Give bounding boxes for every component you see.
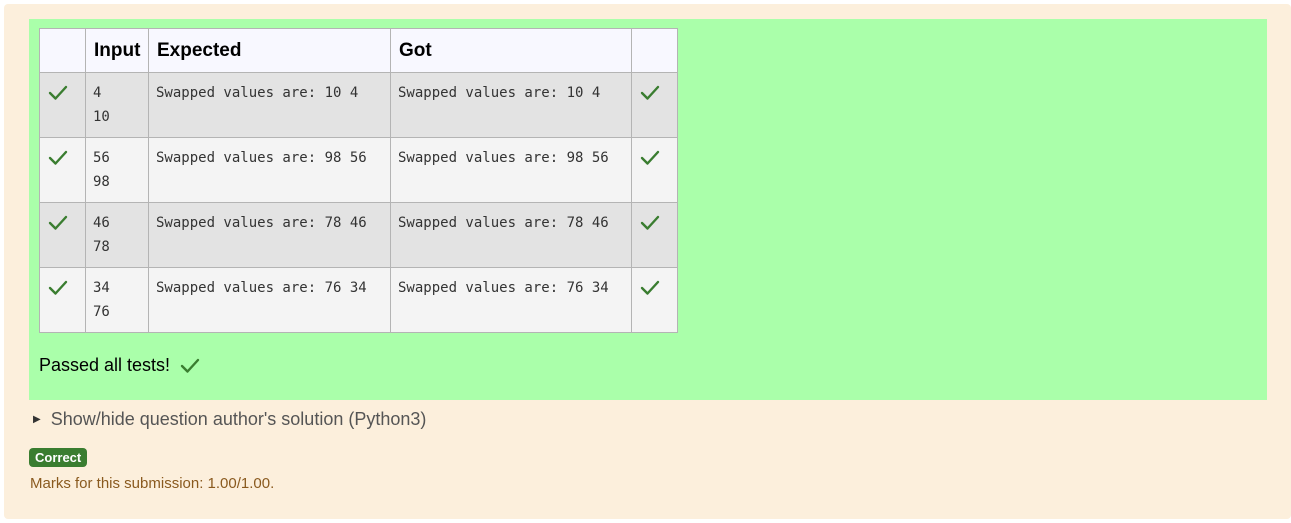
- header-input: Input: [85, 28, 149, 73]
- check-icon: [48, 85, 68, 100]
- passed-all-tests: Passed all tests!: [39, 355, 200, 376]
- expected-value: Swapped values are: 10 4: [156, 85, 359, 101]
- input-value: 56 98: [93, 150, 110, 190]
- input-cell: 46 78: [85, 202, 149, 268]
- input-value: 34 76: [93, 280, 110, 320]
- got-cell: Swapped values are: 76 34: [390, 267, 632, 333]
- table-row: 56 98 Swapped values are: 98 56 Swapped …: [39, 137, 678, 203]
- input-cell: 56 98: [85, 137, 149, 203]
- solution-toggle-label: Show/hide question author's solution (Py…: [50, 409, 427, 429]
- row-status-cell: [39, 267, 86, 333]
- got-value: Swapped values are: 76 34: [398, 280, 609, 296]
- correct-badge: Correct: [29, 448, 88, 467]
- header-mark-2: [631, 28, 678, 73]
- check-icon: [48, 215, 68, 230]
- row-result-cell: [631, 267, 678, 333]
- feedback-container: Input Expected Got 4 10 Swapped values a…: [4, 4, 1291, 519]
- expected-cell: Swapped values are: 98 56: [148, 137, 391, 203]
- header-row: Input Expected Got: [39, 28, 678, 73]
- test-results-panel: Input Expected Got 4 10 Swapped values a…: [29, 19, 1267, 400]
- input-cell: 34 76: [85, 267, 149, 333]
- input-value: 4 10: [93, 85, 110, 125]
- got-cell: Swapped values are: 78 46: [390, 202, 632, 268]
- table-row: 46 78 Swapped values are: 78 46 Swapped …: [39, 202, 678, 268]
- check-icon: [48, 150, 68, 165]
- show-hide-solution-toggle[interactable]: ▶ Show/hide question author's solution (…: [33, 409, 426, 430]
- expected-value: Swapped values are: 78 46: [156, 215, 367, 231]
- expected-cell: Swapped values are: 76 34: [148, 267, 391, 333]
- expected-value: Swapped values are: 98 56: [156, 150, 367, 166]
- header-expected: Expected: [148, 28, 391, 73]
- check-icon: [640, 215, 660, 230]
- row-result-cell: [631, 72, 678, 138]
- header-got: Got: [390, 28, 632, 73]
- check-icon: [640, 85, 660, 100]
- row-status-cell: [39, 137, 86, 203]
- check-icon: [640, 150, 660, 165]
- input-value: 46 78: [93, 215, 110, 255]
- expected-cell: Swapped values are: 78 46: [148, 202, 391, 268]
- expected-cell: Swapped values are: 10 4: [148, 72, 391, 138]
- table-row: 34 76 Swapped values are: 76 34 Swapped …: [39, 267, 678, 333]
- header-mark: [39, 28, 86, 73]
- check-icon: [180, 358, 200, 373]
- marks-text: Marks for this submission: 1.00/1.00.: [30, 475, 275, 492]
- got-cell: Swapped values are: 98 56: [390, 137, 632, 203]
- passed-text: Passed all tests!: [39, 355, 171, 375]
- check-icon: [640, 280, 660, 295]
- expected-value: Swapped values are: 76 34: [156, 280, 367, 296]
- got-value: Swapped values are: 10 4: [398, 85, 601, 101]
- results-table: Input Expected Got 4 10 Swapped values a…: [39, 28, 678, 333]
- got-value: Swapped values are: 98 56: [398, 150, 609, 166]
- input-cell: 4 10: [85, 72, 149, 138]
- row-result-cell: [631, 137, 678, 203]
- got-cell: Swapped values are: 10 4: [390, 72, 632, 138]
- row-status-cell: [39, 202, 86, 268]
- triangle-right-icon: ▶: [33, 414, 41, 425]
- row-result-cell: [631, 202, 678, 268]
- got-value: Swapped values are: 78 46: [398, 215, 609, 231]
- check-icon: [48, 280, 68, 295]
- table-row: 4 10 Swapped values are: 10 4 Swapped va…: [39, 72, 678, 138]
- row-status-cell: [39, 72, 86, 138]
